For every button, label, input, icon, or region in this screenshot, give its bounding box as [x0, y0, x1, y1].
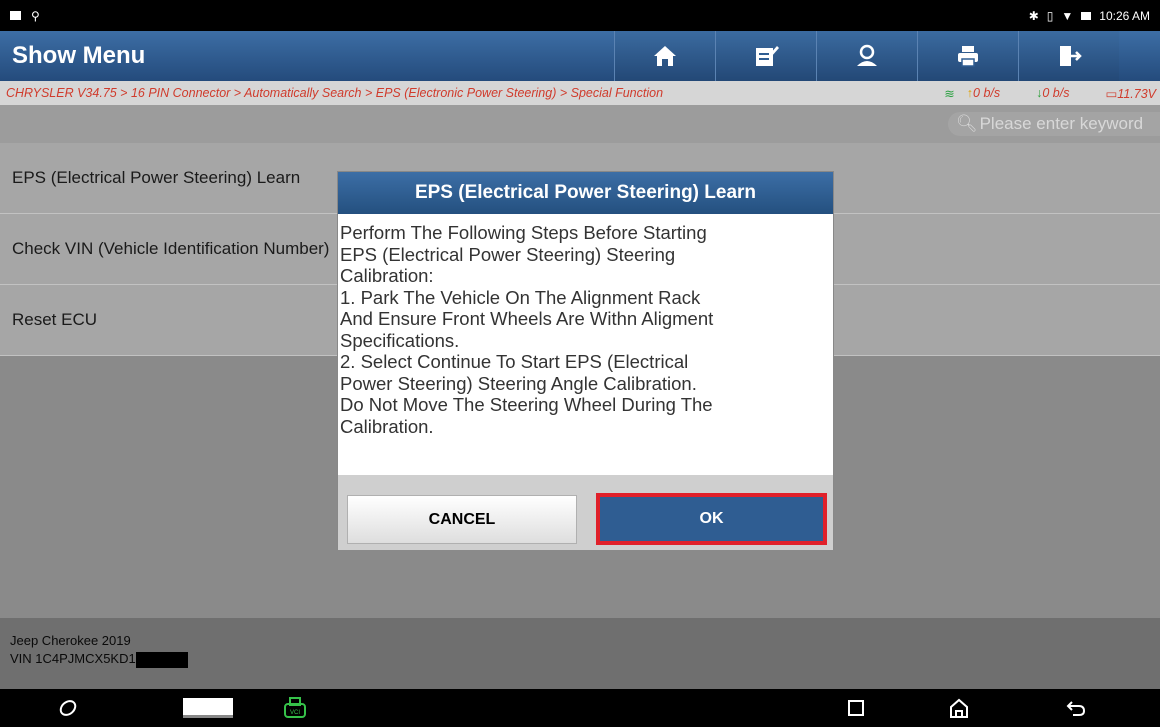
bluetooth-icon: ✱ — [1028, 8, 1039, 23]
svg-text:VCI: VCI — [290, 710, 300, 716]
dialog-line: Calibration. — [340, 415, 434, 437]
dialog-line: And Ensure Front Wheels Are Withn Aligme… — [340, 308, 714, 329]
dialog-line: Do Not Move The Steering Wheel During Th… — [340, 394, 713, 415]
status-bar: ⚲ ✱ ▯ ▼ 10:26 AM — [0, 0, 1160, 31]
dialog-line: Specifications. — [340, 329, 460, 351]
dialog-line: 2. Select Continue To Start EPS (Electri… — [340, 351, 689, 372]
home-icon — [654, 46, 676, 66]
home-nav-icon[interactable] — [946, 696, 972, 720]
vehicle-vin: VIN 1C4PJMCX5KD1 — [10, 651, 136, 666]
vci-icon[interactable]: VCI — [282, 696, 308, 720]
battery-icon — [1081, 11, 1092, 20]
search-bar: 🔍︎ Please enter keyword — [0, 105, 1160, 143]
recent-apps-icon[interactable] — [845, 696, 867, 720]
ok-button[interactable]: OK — [596, 493, 827, 545]
dialog-button-bar: CANCEL OK — [338, 475, 833, 550]
usb-icon: ⚲ — [31, 8, 40, 23]
user-support-icon — [857, 44, 877, 66]
edit-icon — [756, 46, 779, 66]
support-button[interactable] — [816, 31, 917, 81]
search-icon: 🔍︎ — [956, 114, 978, 133]
list-item-label: Check VIN (Vehicle Identification Number… — [12, 239, 330, 258]
wifi-status-icon: ▼ — [1061, 8, 1074, 23]
exit-icon — [1060, 46, 1082, 66]
dialog-line: Perform The Following Steps Before Start… — [340, 222, 707, 243]
vehicle-model: Jeep Cherokee 2019 — [10, 633, 131, 648]
image-notification-icon — [10, 11, 21, 20]
wifi-icon: ≋ — [944, 86, 955, 101]
back-icon[interactable] — [1063, 696, 1089, 720]
cancel-button[interactable]: CANCEL — [347, 495, 577, 544]
battery-voltage-icon: ▭ — [1105, 86, 1118, 101]
print-icon — [958, 46, 978, 67]
vehicle-info-footer: Jeep Cherokee 2019 VIN 1C4PJMCX5KD1 — [0, 618, 1160, 689]
edit-button[interactable] — [715, 31, 816, 81]
dialog-title: EPS (Electrical Power Steering) Learn — [338, 172, 833, 214]
vin-redaction — [135, 651, 188, 668]
dialog-line: Power Steering) Steering Angle Calibrati… — [340, 372, 697, 394]
breadcrumb-path: CHRYSLER V34.75 > 16 PIN Connector > Aut… — [6, 86, 664, 100]
clock-time: 10:26 AM — [1099, 8, 1150, 23]
exit-button[interactable] — [1018, 31, 1119, 81]
browser-icon[interactable] — [56, 696, 80, 720]
dialog-line: EPS (Electrical Power Steering) Steering — [340, 243, 676, 265]
app-header: Show Menu — [0, 31, 1160, 81]
upload-rate: 0 b/s — [973, 86, 1001, 100]
search-input[interactable]: 🔍︎ Please enter keyword — [948, 112, 1160, 136]
dialog-line: Calibration: — [340, 265, 434, 286]
screen-thumbnail-icon[interactable] — [183, 696, 233, 720]
toolbar — [614, 31, 1119, 81]
print-button[interactable] — [917, 31, 1018, 81]
home-button[interactable] — [614, 31, 715, 81]
dialog-line: 1. Park The Vehicle On The Alignment Rac… — [340, 286, 701, 308]
page-title: Show Menu — [12, 42, 146, 69]
breadcrumb: CHRYSLER V34.75 > 16 PIN Connector > Aut… — [0, 81, 1160, 105]
list-item-label: EPS (Electrical Power Steering) Learn — [12, 168, 301, 187]
search-placeholder: Please enter keyword — [979, 114, 1144, 133]
system-nav-bar: VCI — [0, 689, 1160, 727]
dialog-message: Perform The Following Steps Before Start… — [338, 214, 833, 475]
download-rate: 0 b/s — [1042, 86, 1070, 100]
eps-learn-dialog: EPS (Electrical Power Steering) Learn Pe… — [337, 171, 834, 550]
list-item-label: Reset ECU — [12, 310, 98, 329]
vibrate-icon: ▯ — [1046, 8, 1054, 23]
voltage-value: 11.73V — [1117, 86, 1156, 101]
